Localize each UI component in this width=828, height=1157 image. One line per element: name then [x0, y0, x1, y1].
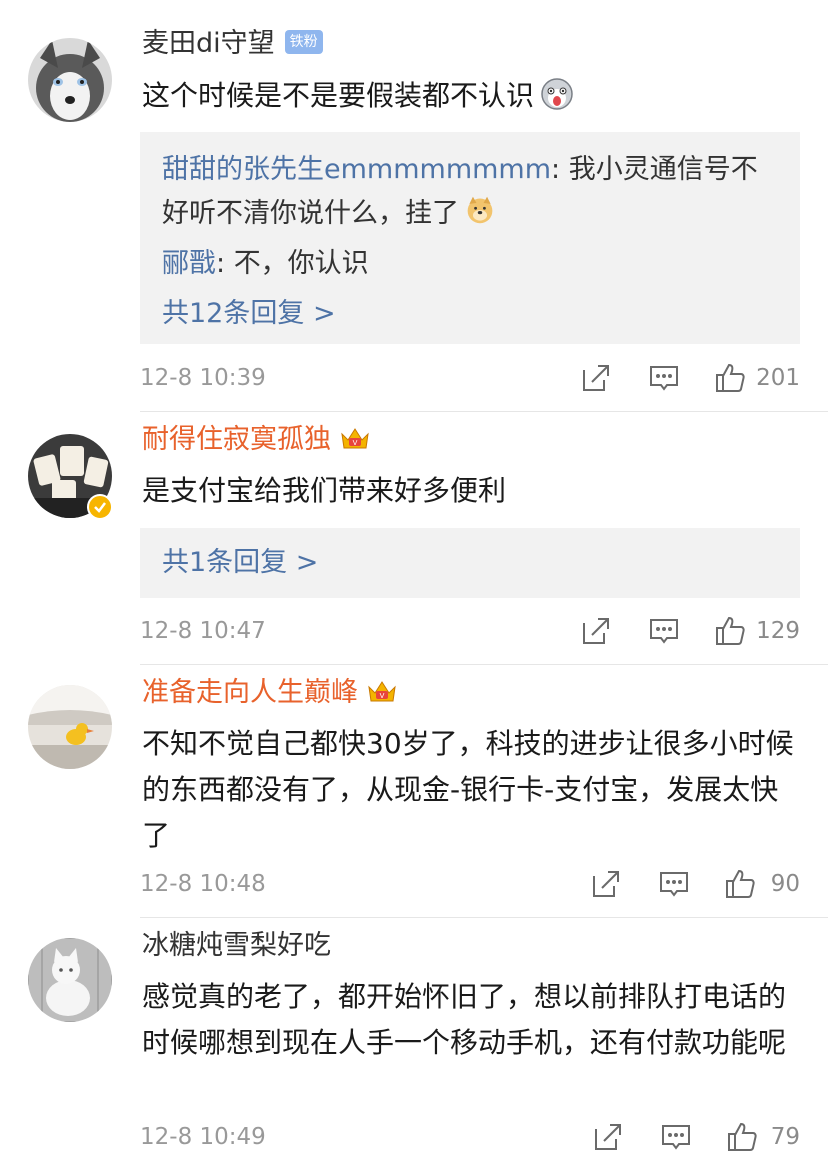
reply-preview-box[interactable]: 共1条回复 > [140, 528, 800, 598]
comment-icon[interactable] [648, 362, 680, 394]
username[interactable]: 麦田di守望 铁粉 [142, 26, 323, 62]
avatar[interactable] [28, 685, 112, 769]
comment-item: 麦田di守望 铁粉 这个时候是不是要假装都不认识 甜甜的张先生emmmmmmmm:… [0, 0, 828, 412]
username-text[interactable]: 冰糖炖雪梨好吃 [142, 930, 331, 961]
timestamp: 12-8 10:47 [140, 618, 266, 644]
thumbs-up-icon[interactable] [714, 615, 746, 647]
comment-meta: 12-8 10:48 90 [140, 864, 800, 904]
fan-badge: 铁粉 [284, 29, 323, 54]
timestamp: 12-8 10:39 [140, 365, 266, 391]
view-more-replies-link[interactable]: 共1条回复 > [162, 541, 778, 585]
share-icon[interactable] [592, 1121, 624, 1153]
avatar[interactable] [28, 38, 112, 122]
crown-icon: V [366, 677, 398, 705]
husky-emoji-icon [540, 77, 574, 111]
reply-item[interactable]: 郦戬: 不，你认识 [162, 242, 778, 286]
like-count: 90 [770, 871, 800, 897]
timestamp: 12-8 10:49 [140, 1124, 266, 1150]
svg-text:V: V [380, 692, 385, 700]
comment-icon[interactable] [648, 615, 680, 647]
comment-item: 冰糖炖雪梨好吃 感觉真的老了，都开始怀旧了，想以前排队打电话的时候哪想到现在人手… [0, 918, 828, 1157]
comment-text-content: 这个时候是不是要假装都不认识 [142, 79, 535, 112]
reply-item[interactable]: 甜甜的张先生emmmmmmmm: 我小灵通信号不好听不清你说什么，挂了 [162, 148, 778, 236]
crown-icon: V [339, 424, 371, 452]
reply-username[interactable]: 甜甜的张先生emmmmmmmm [162, 154, 551, 185]
username[interactable]: 准备走向人生巅峰 V [142, 675, 398, 711]
comment-icon[interactable] [658, 868, 690, 900]
username[interactable]: 冰糖炖雪梨好吃 [142, 928, 331, 964]
like-count: 79 [770, 1124, 800, 1150]
comment-meta: 12-8 10:39 201 [140, 358, 800, 398]
share-icon[interactable] [580, 615, 612, 647]
like-count: 201 [756, 365, 800, 391]
avatar[interactable] [28, 938, 112, 1022]
reply-preview-box[interactable]: 甜甜的张先生emmmmmmmm: 我小灵通信号不好听不清你说什么，挂了 郦戬: … [140, 132, 800, 344]
comment-item: 耐得住寂寞孤独 V 是支付宝给我们带来好多便利 共1条回复 > 12-8 10:… [0, 412, 828, 665]
comment-text: 不知不觉自己都快30岁了，科技的进步让很多小时候的东西都没有了，从现金-银行卡-… [142, 727, 794, 852]
svg-text:V: V [353, 439, 358, 447]
view-more-replies-link[interactable]: 共12条回复 > [162, 292, 778, 336]
doge-emoji-icon [465, 195, 499, 229]
comment-meta: 12-8 10:47 129 [140, 611, 800, 651]
share-icon[interactable] [590, 868, 622, 900]
reply-username[interactable]: 郦戬 [162, 248, 216, 279]
comment-icon[interactable] [660, 1121, 692, 1153]
username-text[interactable]: 准备走向人生巅峰 [142, 677, 358, 708]
verified-icon [87, 494, 113, 520]
comment-item: 准备走向人生巅峰 V 不知不觉自己都快30岁了，科技的进步让很多小时候的东西都没… [0, 665, 828, 918]
comment-text: 是支付宝给我们带来好多便利 [142, 474, 507, 507]
timestamp: 12-8 10:48 [140, 871, 266, 897]
comment-text: 感觉真的老了，都开始怀旧了，想以前排队打电话的时候哪想到现在人手一个移动手机，还… [142, 980, 787, 1059]
username[interactable]: 耐得住寂寞孤独 V [142, 422, 371, 458]
comment-meta: 12-8 10:49 79 [140, 1117, 800, 1157]
like-count: 129 [756, 618, 800, 644]
thumbs-up-icon[interactable] [726, 1121, 758, 1153]
reply-text: 不，你认识 [233, 248, 369, 279]
username-text[interactable]: 麦田di守望 [142, 28, 275, 59]
share-icon[interactable] [580, 362, 612, 394]
username-text[interactable]: 耐得住寂寞孤独 [142, 424, 331, 455]
comment-text: 这个时候是不是要假装都不认识 [142, 73, 802, 119]
thumbs-up-icon[interactable] [724, 868, 756, 900]
reply-separator: : [216, 248, 234, 279]
reply-separator: : [551, 154, 569, 185]
thumbs-up-icon[interactable] [714, 362, 746, 394]
